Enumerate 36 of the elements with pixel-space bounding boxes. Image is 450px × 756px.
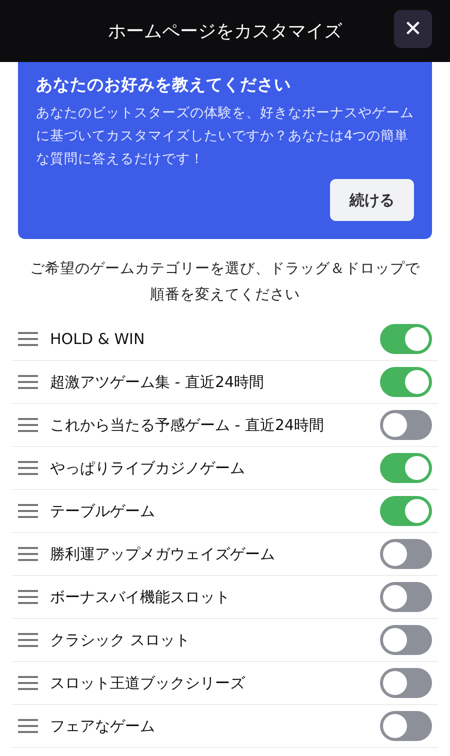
drag-handle-icon[interactable] [18,675,38,691]
drag-handle-icon[interactable] [18,589,38,605]
toggle-switch[interactable] [380,668,432,698]
drag-handle-icon[interactable] [18,417,38,433]
toggle-switch[interactable] [380,582,432,612]
toggle-switch[interactable] [380,711,432,741]
category-label: これから当たる予感ゲーム - 直近24時間 [50,416,326,434]
category-label: クラシック スロット [50,630,191,650]
toggle-switch[interactable] [380,625,432,655]
drag-handle-icon[interactable] [18,632,38,648]
category-label: やっぱりライブカジノゲーム [50,458,246,478]
category-label: HOLD & WIN [50,330,146,348]
toggle-switch[interactable] [380,539,432,569]
toggle-switch[interactable] [380,453,432,483]
toggle-switch[interactable] [380,367,432,397]
category-label: テーブルゲーム [50,502,156,520]
drag-handle-icon[interactable] [18,331,38,347]
drag-handle-icon[interactable] [18,374,38,390]
category-label: 超激アツゲーム集 - 直近24時間 [50,372,266,392]
category-label: 勝利運アップメガウェイズゲーム [50,544,276,564]
category-label: フェアなゲーム [50,716,156,736]
toggle-switch[interactable] [380,324,432,354]
promo-title: あなたのお好みを教えてください [36,74,292,96]
instruction-text: ご希望のゲームカテゴリーを選び、ドラッグ＆ドロップで順番を変えてください [29,260,421,305]
drag-handle-icon[interactable] [18,718,38,734]
toggle-switch[interactable] [380,410,432,440]
drag-handle-icon[interactable] [18,546,38,562]
toggle-switch[interactable] [380,496,432,526]
drag-handle-icon[interactable] [18,503,38,519]
category-label: スロット王道ブックシリーズ [50,674,246,692]
window-title: ホームページをカスタマイズ [108,20,342,43]
promo-text: あなたのビットスターズの体験を、好きなボーナスやゲームに基づいてカスタマイズしたいですか？あなたは4つの簡単な質問に答えるだけです！ [36,104,414,169]
category-label: ボーナスバイ機能スロット [50,588,231,606]
close-button[interactable]: ✕ [394,10,432,48]
continue-button[interactable]: 続ける [330,179,414,221]
drag-handle-icon[interactable] [18,460,38,476]
